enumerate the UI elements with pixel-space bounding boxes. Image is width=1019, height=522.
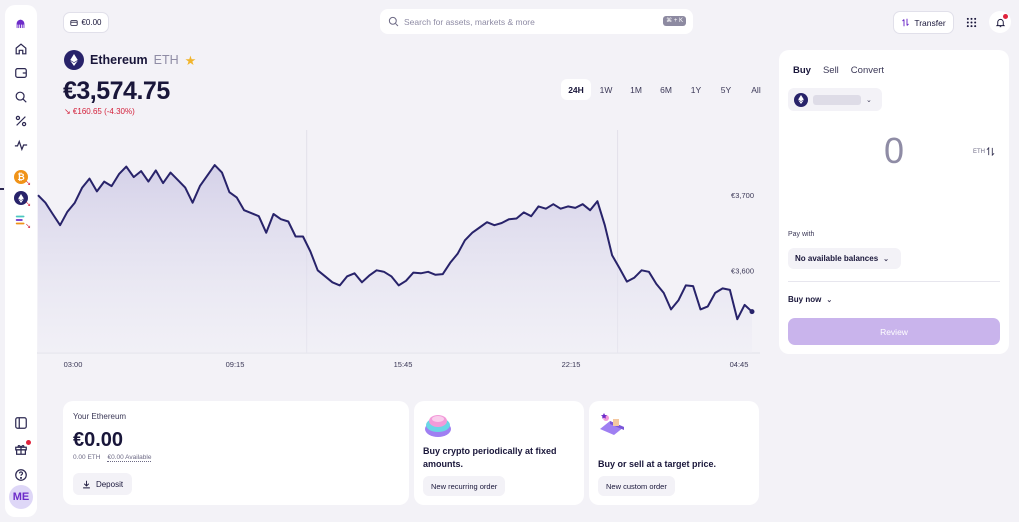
ethereum-icon[interactable]: ↘ — [5, 188, 37, 208]
deposit-label: Deposit — [95, 479, 124, 489]
edge-marker — [0, 188, 4, 190]
bitcoin-icon[interactable]: ₿ ↘ — [5, 167, 37, 187]
holdings-available[interactable]: €0.00 Available — [107, 454, 152, 462]
search-shortcut: ⌘ + K — [663, 16, 686, 26]
asset-header: Ethereum ETH ★ — [64, 50, 196, 70]
asset-selector[interactable]: ⌄ — [788, 88, 882, 111]
wallet-icon — [70, 19, 79, 26]
x-tick-label: 03:00 — [64, 360, 83, 369]
holdings-amount: €0.00 — [73, 429, 124, 451]
chevron-down-icon: ⌄ — [866, 96, 872, 104]
favorite-star-icon[interactable]: ★ — [185, 54, 197, 67]
range-1y[interactable]: 1Y — [681, 79, 711, 100]
asset-name: Ethereum — [90, 53, 148, 67]
recurring-buy-icon — [425, 415, 451, 437]
activity-icon[interactable] — [5, 135, 37, 155]
asset-price: €3,574.75 — [63, 77, 170, 105]
x-tick-label: 09:15 — [226, 360, 245, 369]
gift-icon[interactable] — [5, 439, 37, 459]
target-price-icon — [600, 413, 624, 435]
target-promo-card: Buy or sell at a target price. New custo… — [589, 401, 759, 505]
tab-convert[interactable]: Convert — [851, 65, 884, 76]
range-5y[interactable]: 5Y — [711, 79, 741, 100]
transfer-label: Transfer — [914, 17, 946, 28]
swap-units-icon[interactable] — [986, 147, 995, 156]
new-recurring-order-button[interactable]: New recurring order — [423, 476, 506, 496]
chevron-down-icon: ⌄ — [883, 255, 890, 263]
recurring-promo-text: Buy crypto periodically at fixed amounts… — [423, 446, 557, 469]
download-icon — [83, 480, 90, 488]
search-bar[interactable]: ⌘ + K — [380, 9, 693, 34]
recurring-promo-card: Buy crypto periodically at fixed amounts… — [414, 401, 584, 505]
pay-with-select[interactable]: No available balances ⌄ — [788, 248, 901, 269]
review-button[interactable]: Review — [788, 318, 1000, 345]
holdings-title: Your Ethereum — [73, 412, 127, 421]
range-1w[interactable]: 1W — [591, 79, 621, 100]
chevron-down-icon: ⌄ — [826, 296, 833, 304]
x-tick-label: 04:45 — [730, 360, 749, 369]
help-icon[interactable] — [5, 465, 37, 485]
panel-icon[interactable] — [5, 413, 37, 433]
balance-pill-value: €0.00 — [81, 18, 102, 27]
holdings-eth-amount: 0.00 ETH — [73, 454, 101, 461]
holdings-card: Your Ethereum €0.00 0.00 ETH €0.00 Avail… — [63, 401, 409, 505]
search-icon — [388, 16, 399, 27]
trade-panel: Buy Sell Convert ⌄ 0 ETH Pay with No avail… — [779, 50, 1009, 354]
watchlist-icon[interactable]: ↘ — [5, 210, 37, 230]
range-all[interactable]: All — [741, 79, 771, 100]
amount-unit: ETH — [973, 149, 985, 155]
last-price-point — [749, 309, 755, 315]
avatar[interactable]: ME — [9, 485, 33, 509]
notification-dot — [1003, 14, 1008, 19]
range-24h[interactable]: 24H — [561, 79, 591, 100]
deposit-button[interactable]: Deposit — [73, 473, 132, 495]
notifications-button[interactable] — [989, 11, 1011, 33]
y-tick-label: €3,700 — [731, 191, 754, 200]
x-tick-label: 15:45 — [394, 360, 413, 369]
kraken-logo-icon[interactable] — [5, 14, 37, 34]
ethereum-icon — [64, 50, 84, 70]
notification-dot — [26, 440, 31, 445]
sidebar: ₿ ↘ ↘ ↘ ME — [5, 5, 37, 517]
order-type-select[interactable]: Buy now ⌄ — [788, 295, 832, 304]
price-change: ↘ €160.65 (-4.30%) — [64, 107, 135, 116]
range-1m[interactable]: 1M — [621, 79, 651, 100]
balance-pill[interactable]: €0.00 — [63, 12, 109, 33]
order-type-label: Buy now — [788, 295, 822, 304]
ethereum-icon — [794, 92, 808, 107]
apps-grid-icon[interactable] — [963, 14, 979, 30]
asset-ticker: ETH — [153, 53, 179, 67]
percent-icon[interactable] — [5, 111, 37, 131]
asset-name-placeholder — [813, 94, 861, 105]
home-icon[interactable] — [5, 39, 37, 59]
wallet-icon[interactable] — [5, 63, 37, 83]
transfer-icon — [902, 18, 910, 27]
new-custom-order-button[interactable]: New custom order — [598, 476, 675, 496]
search-icon[interactable] — [5, 87, 37, 107]
tab-buy[interactable]: Buy — [793, 65, 811, 76]
down-arrow-icon: ↘ — [25, 201, 31, 208]
target-promo-text: Buy or sell at a target price. — [598, 459, 717, 469]
price-chart: €3,700 €3,600 03:00 09:15 15:45 22:15 04:45 — [37, 130, 760, 369]
tab-sell[interactable]: Sell — [823, 65, 839, 76]
range-6m[interactable]: 6M — [651, 79, 681, 100]
down-arrow-icon: ↘ — [25, 223, 31, 230]
down-arrow-icon: ↘ — [25, 180, 31, 187]
y-tick-label: €3,600 — [731, 266, 754, 275]
divider — [788, 281, 1000, 282]
time-range-selector: 24H 1W 1M 6M 1Y 5Y All — [561, 79, 771, 100]
search-input[interactable] — [404, 16, 654, 27]
price-area — [38, 165, 752, 353]
x-tick-label: 22:15 — [562, 360, 581, 369]
pay-with-label: Pay with — [788, 231, 815, 238]
transfer-button[interactable]: Transfer — [893, 11, 954, 34]
trade-tabs: Buy Sell Convert — [793, 65, 884, 76]
pay-with-value: No available balances — [795, 254, 879, 263]
